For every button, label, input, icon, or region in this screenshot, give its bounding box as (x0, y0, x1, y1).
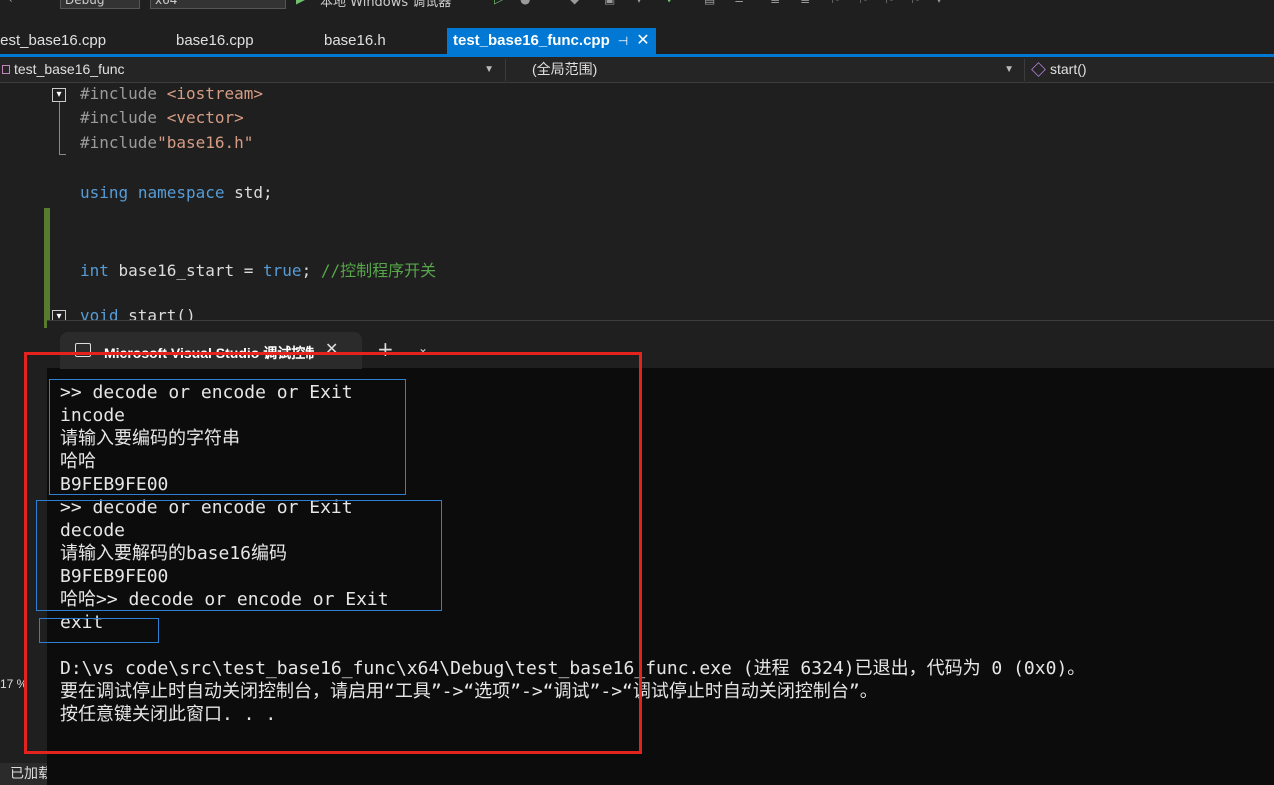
hot-reload-icon[interactable]: ◆ (570, 0, 579, 6)
config-dropdown[interactable]: Debug (60, 0, 140, 9)
divider (505, 59, 506, 81)
platform-dropdown[interactable]: x64 (150, 0, 286, 9)
start-debug-icon[interactable]: ▶ (296, 0, 305, 6)
scope-dropdown[interactable]: (全局范围) ▼ (508, 58, 1020, 81)
tab-test-base16-cpp[interactable]: test_base16.cpp (0, 28, 106, 54)
blue-highlight-box (36, 500, 442, 611)
divider (1024, 59, 1025, 81)
project-icon (2, 65, 10, 74)
tab-test-base16-func-cpp[interactable]: test_base16_func.cpp ⊣ ✕ (447, 28, 656, 54)
code-line-3: #include"base16.h" (80, 133, 254, 152)
uncomment-icon[interactable]: ≣ (800, 0, 810, 6)
chevron-down-icon: ▼ (484, 64, 494, 75)
filter-icon[interactable]: ▾ (636, 0, 642, 6)
editor-tab-bar: test_base16.cpp base16.cpp base16.h test… (0, 28, 1274, 54)
toolbar: ‹ Debug x64 ▶ 本地 Windows 调试器 ▷ ● ◆ ▣ ▾ ✓… (0, 0, 1274, 10)
visual-studio-window: ‹ Debug x64 ▶ 本地 Windows 调试器 ▷ ● ◆ ▣ ▾ ✓… (0, 0, 1274, 785)
member-dropdown[interactable]: start() (1028, 58, 1274, 81)
toolbar-more-icon[interactable]: ▾ (936, 0, 942, 6)
chevron-down-icon: ▼ (1004, 64, 1014, 75)
solution-icon[interactable]: ▣ (604, 0, 615, 6)
check-icon[interactable]: ✓ (666, 0, 676, 6)
code-line-1: #include <iostream> (80, 84, 264, 103)
blue-highlight-box (39, 618, 159, 643)
close-icon[interactable]: ✕ (636, 32, 649, 49)
pin-icon[interactable]: ⊣ (618, 34, 628, 48)
back-icon[interactable]: ‹ (8, 0, 13, 6)
tab-base16-cpp[interactable]: base16.cpp (176, 28, 254, 54)
code-line-2: #include <vector> (80, 108, 244, 127)
bookmark-icon[interactable]: ▤ (704, 0, 715, 6)
bookmark-add-icon[interactable]: ⚑ (830, 0, 841, 6)
method-cube-icon (1031, 62, 1046, 77)
code-editor[interactable]: ▾ ▾ #include <iostream> #include <vector… (0, 84, 1274, 328)
blue-highlight-box (49, 379, 406, 495)
fold-guide-end (59, 154, 66, 155)
tab-base16-h[interactable]: base16.h (324, 28, 386, 54)
debugger-label[interactable]: 本地 Windows 调试器 (320, 0, 451, 10)
fold-guide (59, 102, 60, 154)
stop-icon[interactable]: ● (520, 0, 530, 6)
comment-icon[interactable]: ≣ (770, 0, 780, 6)
indent-icon[interactable]: ≡ (734, 0, 744, 6)
status-bar-text: 已加载 (0, 763, 47, 785)
changed-lines-indicator (44, 208, 50, 328)
fold-toggle-icon[interactable]: ▾ (52, 88, 66, 102)
bookmark-next-icon[interactable]: ⚐ (884, 0, 895, 6)
code-line-8: int base16_start = true; //控制程序开关 (80, 261, 437, 280)
navigation-bar: test_base16_func ▼ (全局范围) ▼ start() (0, 57, 1274, 83)
bookmark-prev-icon[interactable]: ⚐ (858, 0, 869, 6)
bookmark-clear-icon[interactable]: ⚐ (910, 0, 921, 6)
project-dropdown[interactable]: test_base16_func ▼ (0, 58, 500, 81)
code-line-5: using namespace std; (80, 183, 273, 202)
start-without-debug-icon[interactable]: ▷ (494, 0, 503, 6)
